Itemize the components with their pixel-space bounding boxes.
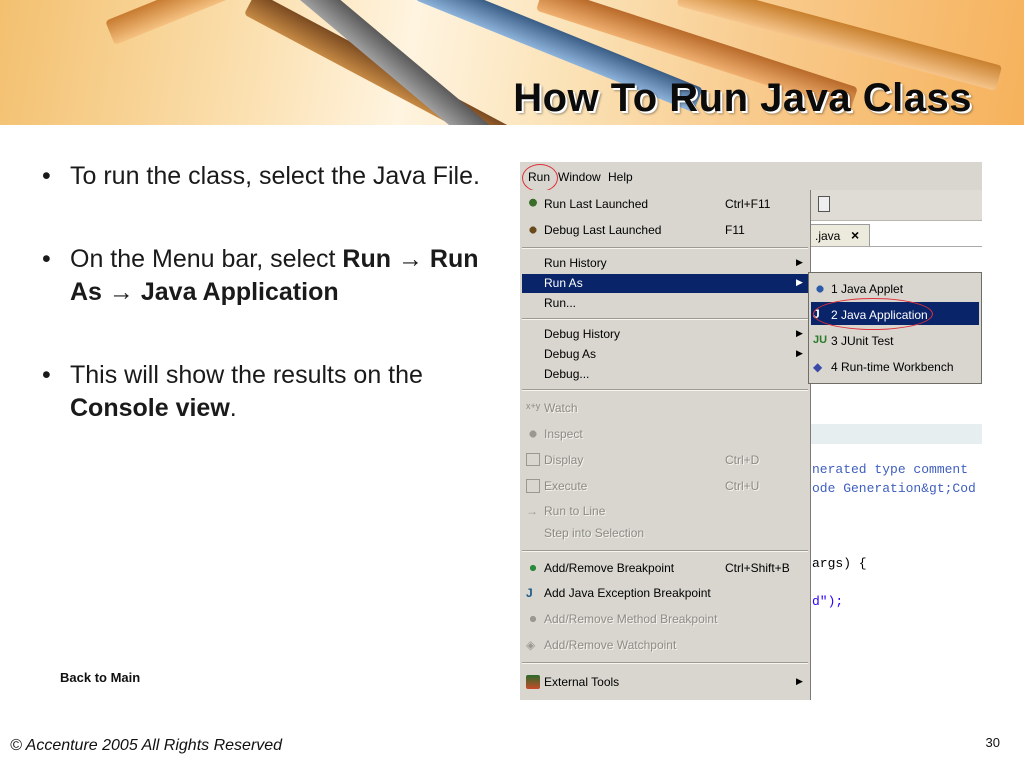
bullet-text: To run the class, select the Java File. xyxy=(70,162,480,190)
menu-help[interactable]: Help xyxy=(608,170,633,184)
menu-window[interactable]: Window xyxy=(558,170,601,184)
run-as-submenu: 1 Java Applet J 2 Java Application JU 3 … xyxy=(808,272,982,384)
menu-item-external-tools[interactable]: External Tools xyxy=(544,675,619,689)
external-tools-icon xyxy=(526,675,540,689)
slide-number: 30 xyxy=(985,735,1000,750)
shortcut-label: Ctrl+D xyxy=(725,453,760,467)
submenu-item-java-applet[interactable]: 1 Java Applet xyxy=(831,282,903,296)
menu-item-add-remove-breakpoint[interactable]: Add/Remove Breakpoint xyxy=(544,561,674,575)
bullet-list: To run the class, select the Java File. … xyxy=(40,160,480,475)
menu-item-add-remove-method-breakpoint[interactable]: Add/Remove Method Breakpoint xyxy=(544,612,717,626)
eclipse-screenshot: Run Window Help .java × nerated type com… xyxy=(520,162,982,700)
menu-item-run-as[interactable]: Run As xyxy=(544,276,583,290)
header-banner: How To Run Java Class xyxy=(0,0,1024,125)
menu-item-add-java-exception-breakpoint[interactable]: Add Java Exception Breakpoint xyxy=(544,586,711,600)
run-menu: Run Last Launched Ctrl+F11 Debug Last La… xyxy=(520,190,811,700)
submenu-item-junit-test[interactable]: 3 JUnit Test xyxy=(831,334,893,348)
exception-breakpoint-icon: J xyxy=(526,586,533,600)
chevron-right-icon: ▶ xyxy=(796,676,803,686)
menu-item-step-into-selection[interactable]: Step into Selection xyxy=(544,526,644,540)
menu-bar: Run Window Help xyxy=(520,162,982,192)
back-to-main-link[interactable]: Back to Main xyxy=(60,670,140,685)
run-to-line-icon: → xyxy=(526,504,538,518)
menu-item-run-dialog[interactable]: Run... xyxy=(544,296,576,310)
junit-icon: JU xyxy=(813,334,828,346)
bullet-item: To run the class, select the Java File. xyxy=(40,160,480,193)
shortcut-label: Ctrl+U xyxy=(725,479,760,493)
workbench-icon: ◆ xyxy=(813,360,823,374)
chevron-right-icon: ▶ xyxy=(796,328,803,338)
run-highlight-circle xyxy=(522,164,558,192)
menu-item-debug-as[interactable]: Debug As xyxy=(544,347,596,361)
run-last-icon xyxy=(526,197,540,211)
chevron-right-icon: ▶ xyxy=(796,257,803,267)
editor-tab[interactable]: .java × xyxy=(810,224,870,247)
bullet-bold-console-view: Console view xyxy=(70,394,230,422)
menu-item-watch[interactable]: Watch xyxy=(544,401,578,415)
slide-title: How To Run Java Class xyxy=(513,76,972,120)
bullet-bold-run: Run xyxy=(342,245,391,273)
bullet-item: On the Menu bar, select Run → Run As → J… xyxy=(40,243,480,309)
shortcut-label: Ctrl+Shift+B xyxy=(725,561,790,575)
close-icon[interactable]: × xyxy=(851,227,859,243)
bullet-bold-java-application: Java Application xyxy=(140,278,339,306)
arrow-icon: → xyxy=(108,278,134,306)
code-line: nerated type comment xyxy=(812,462,969,477)
toolbar-pin-icon[interactable] xyxy=(818,196,830,212)
menu-separator xyxy=(522,550,808,552)
menu-item-debug-dialog[interactable]: Debug... xyxy=(544,367,589,381)
menu-item-execute[interactable]: Execute xyxy=(544,479,587,493)
editor-highlight-line xyxy=(810,424,982,444)
display-icon xyxy=(526,453,540,466)
shortcut-label: F11 xyxy=(725,223,745,237)
menu-item-run-history[interactable]: Run History xyxy=(544,256,607,270)
bullet-text: This will show the results on the xyxy=(70,361,423,389)
bullet-text: . xyxy=(229,394,237,422)
debug-icon xyxy=(526,223,540,237)
menu-item-run-last-launched[interactable]: Run Last Launched xyxy=(544,197,648,211)
code-line: ode Generation&gt;Cod xyxy=(812,481,976,496)
menu-item-run-to-line[interactable]: Run to Line xyxy=(544,504,605,518)
bullet-text: On the Menu bar, select xyxy=(70,245,343,273)
bullet-item: This will show the results on the Consol… xyxy=(40,359,480,425)
menu-item-inspect[interactable]: Inspect xyxy=(544,427,583,441)
code-line: args) { xyxy=(812,556,867,571)
menu-separator xyxy=(522,662,808,664)
method-breakpoint-icon xyxy=(526,612,540,626)
menu-separator xyxy=(522,247,808,249)
menu-item-add-remove-watchpoint[interactable]: Add/Remove Watchpoint xyxy=(544,638,676,652)
menu-item-debug-last-launched[interactable]: Debug Last Launched xyxy=(544,223,661,237)
chevron-right-icon: ▶ xyxy=(796,277,803,287)
chevron-right-icon: ▶ xyxy=(796,348,803,358)
menu-separator xyxy=(522,389,808,391)
inspect-icon xyxy=(526,427,540,441)
submenu-item-runtime-workbench[interactable]: 4 Run-time Workbench xyxy=(831,360,954,374)
menu-separator xyxy=(522,318,808,320)
java-applet-icon xyxy=(813,282,827,296)
java-application-highlight-circle xyxy=(813,298,933,330)
arrow-icon: → xyxy=(397,245,423,273)
execute-icon xyxy=(526,479,540,493)
menu-item-display[interactable]: Display xyxy=(544,453,583,467)
editor-tab-label: .java xyxy=(815,229,841,243)
copyright-text: © Accenture 2005 All Rights Reserved xyxy=(10,737,283,754)
code-line: d"); xyxy=(812,594,844,609)
menu-item-debug-history[interactable]: Debug History xyxy=(544,327,620,341)
shortcut-label: Ctrl+F11 xyxy=(725,197,771,211)
toolbar xyxy=(810,190,982,221)
watchpoint-icon: ◈ xyxy=(526,638,536,652)
watch-icon: x+y xyxy=(526,401,541,411)
breakpoint-icon xyxy=(526,561,540,575)
